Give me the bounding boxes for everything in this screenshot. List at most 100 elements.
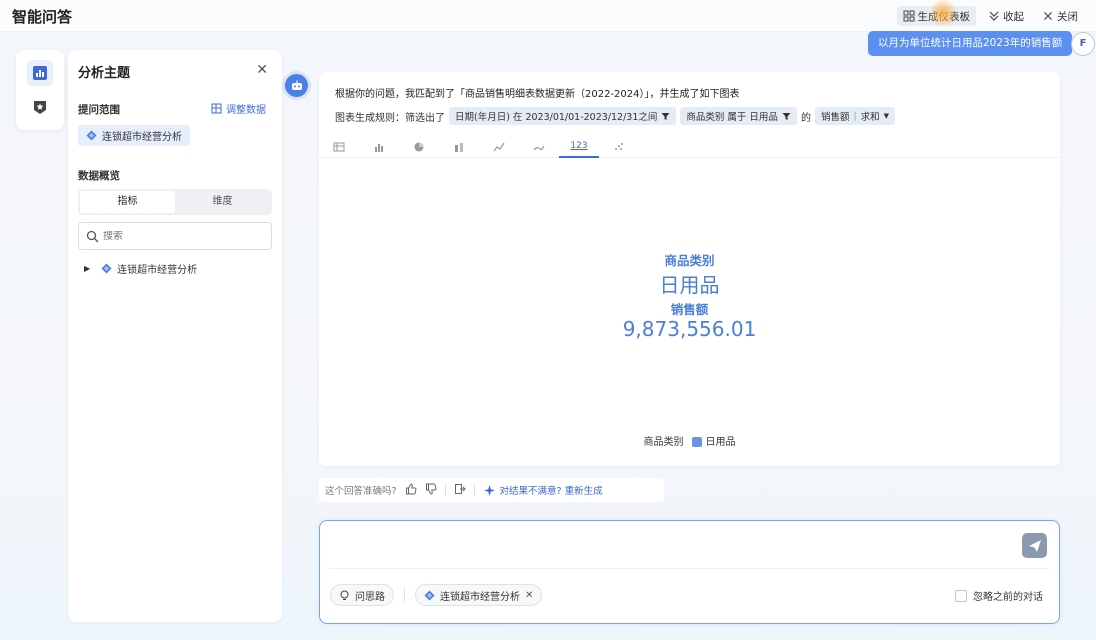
- adjust-icon: [211, 103, 222, 114]
- app-title: 智能问答: [12, 8, 73, 26]
- chart-type-tabs: 123: [319, 130, 1060, 158]
- thought-chip[interactable]: 问思路: [330, 584, 394, 606]
- chevrons-down-icon: [989, 11, 999, 21]
- close-label: 关闭: [1057, 10, 1078, 23]
- chart-legend: 商品类别 日用品: [319, 433, 1060, 448]
- top-actions: 生成仪表板 收起 关闭: [896, 6, 1085, 26]
- dashboard-icon: [903, 10, 914, 22]
- filter-chip-date[interactable]: 日期(年月日) 在 2023/01/01-2023/12/31之间: [449, 107, 677, 125]
- scope-tag-label: 连锁超市经营分析: [102, 132, 182, 143]
- filter-category-label: 商品类别 属于 日用品: [686, 112, 778, 123]
- filter-date-label: 日期(年月日) 在 2023/01/01-2023/12/31之间: [455, 112, 658, 123]
- legend-item-label: 日用品: [705, 437, 736, 448]
- kpi-number-label: 123: [570, 140, 588, 151]
- kpi-category-value: 日用品: [659, 273, 720, 297]
- kpi-category-label: 商品类别: [664, 253, 715, 268]
- generate-dashboard-label: 生成仪表板: [917, 10, 971, 23]
- thought-chip-label: 问思路: [355, 591, 385, 603]
- ignore-previous-checkbox[interactable]: [955, 589, 967, 602]
- measure-separator: |: [853, 110, 857, 122]
- question-input-box: 问思路 连锁超市经营分析 ✕ 忽略之前的对话: [319, 520, 1060, 624]
- question-tooltip: 以月为单位统计日用品2023年的销售额: [868, 31, 1073, 56]
- scope-tag[interactable]: 连锁超市经营分析: [78, 125, 190, 146]
- dataset-icon: [101, 263, 112, 274]
- remove-icon[interactable]: ✕: [525, 590, 533, 601]
- caret-right-icon[interactable]: ▶: [84, 264, 90, 273]
- thumbs-up-icon[interactable]: [405, 482, 417, 498]
- lightbulb-icon: [340, 590, 349, 600]
- kpi-number-tab[interactable]: 123: [559, 135, 599, 158]
- aggregation-label: 求和: [860, 112, 880, 123]
- search-input[interactable]: [103, 230, 253, 242]
- filter-icon: [661, 112, 670, 120]
- regenerate-label: 对结果不满意? 重新生成: [499, 486, 603, 497]
- tree-item-label: 连锁超市经营分析: [117, 265, 198, 276]
- top-bar: 智能问答 生成仪表板 收起 关闭: [0, 0, 1096, 32]
- panel-title: 分析主题: [78, 66, 131, 81]
- avatar[interactable]: F: [1071, 32, 1095, 56]
- close-icon: [1044, 12, 1052, 20]
- search-field[interactable]: [78, 222, 272, 250]
- scatter-chart-icon[interactable]: [599, 135, 639, 158]
- caret-down-icon: ▼: [883, 112, 890, 120]
- divider: [444, 484, 446, 496]
- measure-chip[interactable]: 销售额 | 求和 ▼: [814, 107, 896, 125]
- scope-chip[interactable]: 连锁超市经营分析 ✕: [415, 584, 543, 606]
- overview-label: 数据概览: [78, 170, 120, 182]
- bar-chart-icon[interactable]: [359, 135, 399, 158]
- search-icon: [86, 230, 99, 242]
- question-input[interactable]: [330, 531, 1020, 565]
- measure-label: 销售额: [820, 112, 850, 123]
- metric-dimension-toggle: 指标 维度: [78, 189, 272, 215]
- ignore-previous-option[interactable]: 忽略之前的对话: [955, 588, 1043, 603]
- feedback-bar: 这个回答准确吗? 对结果不满意? 重新生成: [319, 478, 664, 502]
- answer-intro: 根据你的问题，我匹配到了「商品销售明细表数据更新（2022-2024）」，并生成…: [335, 89, 740, 100]
- of-label: 的: [800, 112, 811, 124]
- tab-metrics[interactable]: 指标: [80, 191, 175, 213]
- scope-label: 提问范围: [78, 104, 120, 116]
- adjust-data-label: 调整数据: [226, 105, 266, 116]
- sparkle-icon: [483, 484, 495, 496]
- send-button[interactable]: [1022, 533, 1047, 558]
- close-button[interactable]: 关闭: [1036, 6, 1084, 26]
- legend-title: 商品类别: [643, 437, 684, 448]
- ignore-previous-label: 忽略之前的对话: [973, 592, 1043, 603]
- tab-dimensions[interactable]: 维度: [175, 191, 270, 213]
- regenerate-button[interactable]: 对结果不满意? 重新生成: [483, 483, 603, 497]
- collapse-label: 收起: [1003, 10, 1024, 23]
- feedback-question: 这个回答准确吗?: [325, 486, 397, 497]
- left-rail: [16, 50, 64, 130]
- favorites-icon[interactable]: [27, 94, 53, 120]
- line-chart-icon[interactable]: [479, 135, 519, 158]
- legend-item[interactable]: 日用品: [691, 433, 736, 448]
- kpi-sales-value: 9,873,556.01: [622, 317, 757, 341]
- filter-icon: [782, 112, 791, 120]
- adjust-data-button[interactable]: 调整数据: [211, 101, 266, 116]
- thumbs-down-icon[interactable]: [425, 483, 437, 498]
- export-icon[interactable]: [454, 483, 466, 498]
- table-icon[interactable]: [319, 135, 359, 158]
- generate-dashboard-button[interactable]: 生成仪表板: [896, 6, 976, 26]
- filter-chip-category[interactable]: 商品类别 属于 日用品: [680, 107, 797, 125]
- dataset-icon: [424, 590, 435, 600]
- chart-rule-row: 图表生成规则：筛选出了 日期(年月日) 在 2023/01/01-2023/12…: [335, 107, 896, 125]
- legend-swatch: [691, 437, 702, 447]
- answer-card: 根据你的问题，我匹配到了「商品销售明细表数据更新（2022-2024）」，并生成…: [319, 72, 1060, 466]
- divider: [473, 484, 475, 496]
- analysis-icon[interactable]: [27, 60, 53, 86]
- collapse-button[interactable]: 收起: [982, 6, 1030, 26]
- input-divider: [330, 568, 1049, 569]
- tree-item-dataset[interactable]: ▶ 连锁超市经营分析: [84, 261, 197, 276]
- assistant-avatar-icon: [285, 74, 308, 97]
- panel-close-icon[interactable]: ✕: [256, 62, 268, 78]
- rule-label: 图表生成规则：筛选出了: [335, 112, 445, 124]
- divider: [404, 588, 405, 602]
- send-icon: [1028, 539, 1041, 552]
- area-chart-icon[interactable]: [519, 135, 559, 158]
- pie-chart-icon[interactable]: [399, 135, 439, 158]
- scope-chip-label: 连锁超市经营分析: [440, 591, 520, 603]
- analysis-panel: 分析主题 ✕ 提问范围 调整数据 连锁超市经营分析 数据概览 指标 维度 ▶ 连…: [68, 50, 282, 622]
- stacked-bar-icon[interactable]: [439, 135, 479, 158]
- kpi-sales-label: 销售额: [670, 302, 709, 317]
- dataset-icon: [86, 130, 97, 141]
